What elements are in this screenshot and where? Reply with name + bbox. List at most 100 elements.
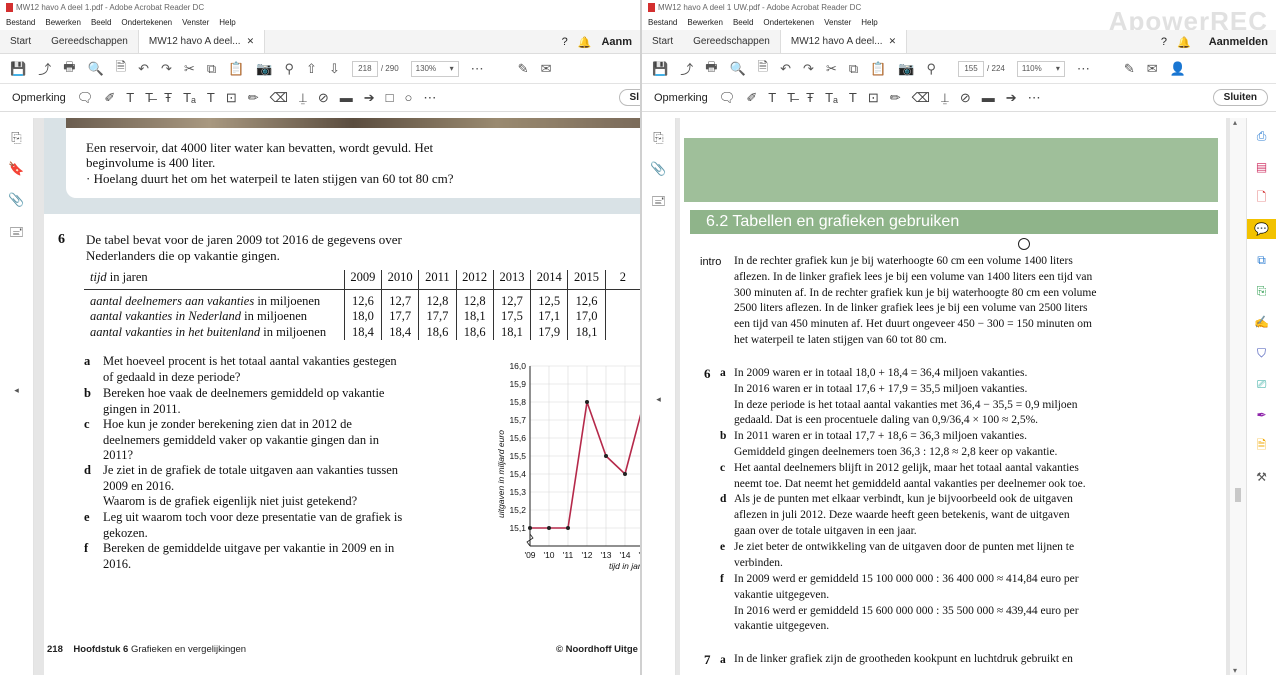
replace-text-icon[interactable]: Ŧ: [806, 90, 814, 105]
protect-icon[interactable]: ⛉: [1251, 343, 1273, 363]
collapse-arrow-icon[interactable]: ◂: [14, 385, 19, 396]
stamp-tool-icon[interactable]: 🗎: [1251, 436, 1273, 456]
right-document-view[interactable]: 6.2 Tabellen en grafieken gebruiken intr…: [676, 118, 1246, 675]
attach-icon[interactable]: ⊘: [318, 90, 329, 106]
snapshot-icon[interactable]: 📷: [898, 61, 914, 77]
file-search-icon[interactable]: 🗎: [116, 58, 126, 80]
menu-venster[interactable]: Venster: [824, 18, 851, 27]
stamp-icon[interactable]: ⍊: [941, 90, 949, 106]
redo-icon[interactable]: ↷: [803, 61, 814, 77]
pen-link-icon[interactable]: ✎: [1124, 61, 1135, 77]
export-excel-icon[interactable]: ⎘: [1251, 281, 1273, 301]
organize-pages-icon[interactable]: ▤: [1251, 157, 1273, 177]
print-icon[interactable]: 🖶: [705, 58, 717, 80]
insert-text-icon[interactable]: Tₐ: [825, 90, 838, 105]
eraser-icon[interactable]: ⌫: [912, 90, 930, 106]
signature-panel-icon[interactable]: 🖃: [9, 223, 24, 245]
signature-panel-icon[interactable]: 🖃: [651, 192, 666, 214]
tab-tools[interactable]: Gereedschappen: [41, 30, 138, 53]
close-tab-icon[interactable]: ✕: [889, 36, 897, 47]
more-icon[interactable]: ⋯: [471, 61, 484, 77]
menu-venster[interactable]: Venster: [182, 18, 209, 27]
redo-icon[interactable]: ↷: [161, 61, 172, 77]
combine-files-icon[interactable]: ⧉: [1251, 250, 1273, 270]
page-number-input[interactable]: 218: [351, 60, 378, 77]
strikethrough-icon[interactable]: T̶: [145, 90, 153, 105]
copy-icon[interactable]: ⧉: [849, 61, 858, 77]
menu-beeld[interactable]: Beeld: [91, 18, 111, 27]
upload-icon[interactable]: ⤴: [680, 59, 693, 78]
page-thumbnails-icon[interactable]: ⎘: [653, 130, 663, 146]
comment-tool-icon[interactable]: 💬: [1246, 219, 1276, 239]
menu-ondertekenen[interactable]: Ondertekenen: [763, 18, 814, 27]
page-up-icon[interactable]: ⇧: [306, 61, 317, 77]
cut-icon[interactable]: ✂: [184, 61, 195, 77]
arrow-icon[interactable]: ➔: [364, 90, 375, 106]
login-button[interactable]: Aanmelden: [1209, 36, 1268, 48]
arrow-icon[interactable]: ➔: [1006, 90, 1017, 106]
page-number-input[interactable]: 155: [958, 60, 985, 77]
scan-ocr-icon[interactable]: ⎚: [1251, 374, 1273, 394]
strikethrough-icon[interactable]: T̶: [787, 90, 795, 105]
more-comment-icon[interactable]: ⋯: [423, 90, 436, 106]
menu-help[interactable]: Help: [219, 18, 235, 27]
highlight-icon[interactable]: ✐: [104, 90, 115, 106]
tab-start[interactable]: Start: [642, 30, 683, 53]
vertical-scrollbar[interactable]: ▴ ▾: [1230, 118, 1246, 675]
more-comment-icon[interactable]: ⋯: [1028, 90, 1041, 106]
zoom-select[interactable]: 130% ▾: [410, 60, 459, 77]
page-down-icon[interactable]: ⇩: [329, 61, 340, 77]
scrollbar-thumb[interactable]: [1235, 488, 1241, 502]
menu-help[interactable]: Help: [861, 18, 877, 27]
left-document-view[interactable]: Een reservoir, dat 4000 liter water kan …: [34, 118, 640, 675]
replace-text-icon[interactable]: Ŧ: [164, 90, 172, 105]
rectangle-icon[interactable]: □: [386, 90, 394, 105]
close-tab-icon[interactable]: ✕: [247, 36, 255, 47]
clipboard-icon[interactable]: 📋: [870, 61, 886, 77]
pen-link-icon[interactable]: ✎: [518, 61, 529, 77]
bell-icon[interactable]: 🔔: [1177, 36, 1191, 49]
sticky-note-icon[interactable]: 🗨: [77, 90, 94, 106]
zoom-search-icon[interactable]: 🔍: [87, 61, 103, 77]
add-user-icon[interactable]: 👤: [1170, 61, 1186, 77]
menu-bewerken[interactable]: Bewerken: [687, 18, 723, 27]
zoom-select[interactable]: 110% ▾: [1016, 60, 1065, 77]
create-pdf-icon[interactable]: 🗋: [1251, 188, 1273, 208]
tab-tools[interactable]: Gereedschappen: [683, 30, 780, 53]
oval-icon[interactable]: ○: [405, 90, 413, 105]
eraser-icon[interactable]: ⌫: [270, 90, 288, 106]
attachments-icon[interactable]: 📎: [650, 161, 666, 177]
mail-icon[interactable]: ✉: [1147, 61, 1158, 77]
pencil-icon[interactable]: ✏: [890, 90, 901, 106]
menu-bewerken[interactable]: Bewerken: [45, 18, 81, 27]
highlight-icon[interactable]: ✐: [746, 90, 757, 106]
tab-start[interactable]: Start: [0, 30, 41, 53]
more-tools-icon[interactable]: ⚒: [1251, 467, 1273, 487]
help-icon[interactable]: ?: [1161, 36, 1167, 48]
text-underline-icon[interactable]: T: [126, 90, 134, 105]
scroll-up-icon[interactable]: ▴: [1233, 118, 1237, 127]
copy-icon[interactable]: ⧉: [207, 61, 216, 77]
bookmark-icon[interactable]: 🔖: [8, 161, 24, 177]
attach-icon[interactable]: ⊘: [960, 90, 971, 106]
tab-document[interactable]: MW12 havo A deel... ✕: [779, 30, 908, 53]
add-text-icon[interactable]: T: [849, 90, 857, 105]
line-icon[interactable]: ▬: [982, 90, 995, 105]
save-icon[interactable]: 💾: [652, 61, 668, 77]
scroll-down-icon[interactable]: ▾: [1233, 666, 1237, 675]
menu-bestand[interactable]: Bestand: [6, 18, 35, 27]
snapshot-icon[interactable]: 📷: [256, 61, 272, 77]
line-icon[interactable]: ▬: [340, 90, 353, 105]
help-icon[interactable]: ?: [562, 36, 568, 48]
close-comment-button[interactable]: Sluiten: [1212, 89, 1268, 106]
text-underline-icon[interactable]: T: [768, 90, 776, 105]
file-search-icon[interactable]: 🗎: [758, 58, 768, 80]
tab-document[interactable]: MW12 havo A deel... ✕: [137, 30, 266, 53]
menu-ondertekenen[interactable]: Ondertekenen: [121, 18, 172, 27]
fill-sign-icon[interactable]: ✍: [1251, 312, 1273, 332]
cut-icon[interactable]: ✂: [826, 61, 837, 77]
stamp-icon[interactable]: ⍊: [299, 90, 307, 106]
clipboard-icon[interactable]: 📋: [228, 61, 244, 77]
binoculars-icon[interactable]: ⚲: [927, 61, 937, 77]
login-button[interactable]: Aanm: [601, 36, 632, 48]
